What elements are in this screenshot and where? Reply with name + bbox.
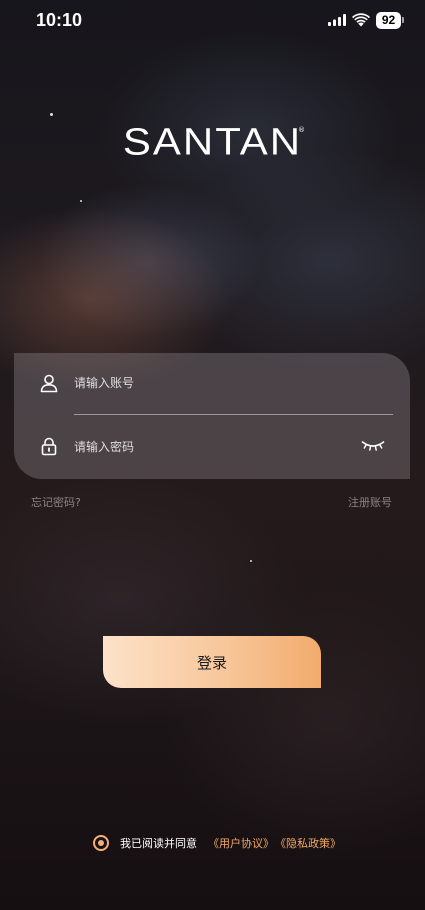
account-input[interactable]	[74, 371, 344, 395]
signal-icon	[328, 14, 346, 26]
agreement-text: 我已阅读并同意	[120, 837, 197, 850]
status-time: 10:10	[36, 10, 83, 30]
eye-closed-icon[interactable]	[361, 439, 385, 453]
privacy-policy-link[interactable]: 《隐私政策》	[275, 835, 341, 851]
battery-icon: 92	[376, 12, 401, 29]
password-input[interactable]	[74, 435, 344, 459]
register-account-link[interactable]: 注册账号	[348, 494, 392, 510]
brand-logo: SANTAN ®	[0, 118, 425, 166]
battery-level: 92	[381, 13, 396, 27]
user-agreement-link[interactable]: 《用户协议》	[208, 835, 274, 851]
password-field	[14, 415, 410, 477]
forgot-password-link[interactable]: 忘记密码?	[31, 494, 81, 510]
logo-text: SANTAN	[122, 120, 303, 163]
star	[80, 200, 82, 202]
registered-mark: ®	[298, 126, 305, 134]
wifi-icon	[352, 13, 370, 27]
account-field	[14, 353, 410, 415]
star	[250, 560, 252, 562]
agreement-radio[interactable]	[93, 835, 109, 851]
battery-tip	[402, 17, 404, 23]
login-card	[14, 353, 410, 479]
user-icon	[40, 374, 58, 393]
status-bar: 10:10 92	[0, 0, 425, 44]
login-button[interactable]: 登录	[103, 636, 321, 688]
star	[50, 113, 53, 116]
lock-icon	[41, 437, 57, 456]
